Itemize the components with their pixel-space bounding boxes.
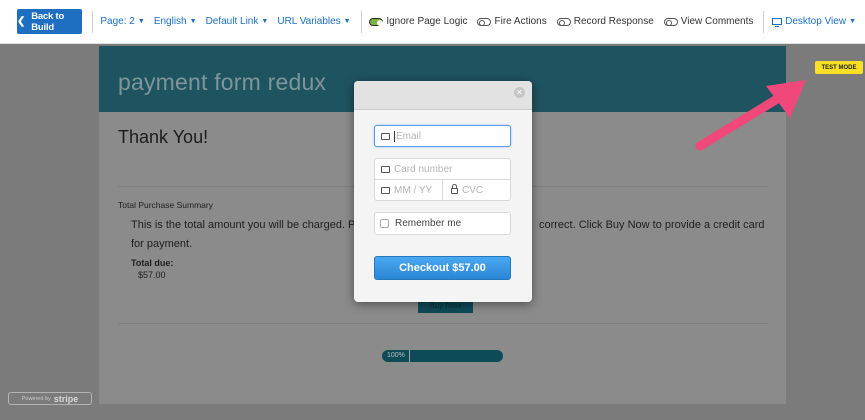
page-dropdown-label: Page: 2 — [100, 16, 135, 27]
cvc-placeholder: CVC — [462, 184, 484, 196]
url-variables-dropdown[interactable]: URL Variables ▼ — [277, 16, 350, 27]
toggle-label: Fire Actions — [494, 16, 547, 27]
card-number-field[interactable]: Card number — [374, 158, 511, 180]
card-number-placeholder: Card number — [394, 163, 453, 175]
remember-me-label: Remember me — [395, 218, 462, 229]
chevron-left-icon: ❮ — [17, 16, 26, 27]
email-field[interactable]: Email — [374, 125, 511, 147]
desktop-icon — [772, 18, 783, 27]
toggle-switch-icon — [663, 17, 678, 26]
close-icon[interactable]: ✕ — [514, 87, 525, 98]
total-due-value: $57.00 — [138, 270, 166, 280]
toolbar-divider — [91, 10, 93, 33]
stripe-logo: stripe — [53, 393, 79, 404]
expiry-placeholder: MM / YY — [394, 184, 433, 196]
url-variables-label: URL Variables — [277, 16, 341, 27]
toggle-label: Record Response — [573, 16, 654, 27]
email-placeholder: Email — [396, 130, 422, 142]
expiry-field[interactable]: MM / YY — [374, 179, 443, 201]
preview-toolbar: ❮ Back to Build Page: 2 ▼ English ▼ Defa… — [0, 0, 865, 44]
lock-icon — [451, 184, 458, 194]
summary-title: Total Purchase Summary — [118, 200, 213, 210]
page-dropdown[interactable]: Page: 2 ▼ — [100, 16, 144, 27]
ignore-page-logic-toggle[interactable]: Ignore Page Logic — [369, 16, 467, 27]
progress-label: 100% — [387, 352, 405, 359]
toolbar-divider — [360, 10, 362, 33]
credit-card-icon — [381, 165, 390, 173]
record-response-toggle[interactable]: Record Response — [556, 16, 654, 27]
summary-text-line2: for payment. — [131, 238, 193, 250]
caret-down-icon: ▼ — [849, 18, 857, 25]
modal-header: ✕ — [354, 81, 532, 110]
view-comments-toggle[interactable]: View Comments — [663, 16, 754, 27]
toggle-label: View Comments — [680, 16, 754, 27]
arrow-shaft — [695, 91, 787, 151]
toggle-switch-icon — [369, 17, 384, 26]
link-dropdown-label: Default Link — [205, 16, 259, 27]
form-title: payment form redux — [118, 69, 327, 95]
envelope-icon — [381, 132, 390, 140]
caret-down-icon: ▼ — [343, 18, 351, 25]
toggle-label: Ignore Page Logic — [386, 16, 468, 27]
pointer-arrow-icon — [695, 80, 806, 151]
cvc-field[interactable]: CVC — [442, 179, 511, 201]
remember-me-option[interactable]: Remember me — [374, 212, 511, 235]
toggle-switch-icon — [556, 17, 571, 26]
back-to-build-button[interactable]: ❮ Back to Build — [17, 9, 82, 34]
text-cursor — [394, 130, 395, 142]
toggle-switch-icon — [477, 17, 492, 26]
remember-me-checkbox[interactable] — [380, 219, 389, 228]
calendar-icon — [381, 186, 390, 194]
toolbar-divider — [763, 10, 765, 33]
test-mode-badge: TEST MODE — [815, 61, 863, 74]
summary-text-left: This is the total amount you will be cha… — [131, 219, 364, 231]
fire-actions-toggle[interactable]: Fire Actions — [477, 16, 547, 27]
language-dropdown-label: English — [153, 16, 187, 27]
caret-down-icon: ▼ — [261, 18, 269, 25]
powered-by-stripe-badge[interactable]: Powered by stripe — [8, 392, 92, 405]
language-dropdown[interactable]: English ▼ — [154, 16, 197, 27]
thank-you-heading: Thank You! — [118, 127, 209, 147]
caret-down-icon: ▼ — [189, 18, 197, 25]
progress-bar: 100% — [382, 350, 503, 362]
view-dropdown[interactable]: Desktop View ▼ — [772, 16, 856, 27]
caret-down-icon: ▼ — [137, 18, 145, 25]
total-due-label: Total due: — [131, 258, 174, 268]
stripe-checkout-modal: ✕ Email Card number MM / YY CVC Remember… — [354, 81, 532, 302]
powered-by-label: Powered by — [21, 395, 51, 402]
divider — [118, 323, 768, 324]
summary-text-right: correct. Click Buy Now to provide a cred… — [538, 219, 765, 231]
view-dropdown-label: Desktop View — [785, 16, 847, 27]
back-to-build-label: Back to Build — [31, 10, 65, 33]
link-dropdown[interactable]: Default Link ▼ — [206, 16, 269, 27]
checkout-button[interactable]: Checkout $57.00 — [374, 256, 511, 280]
